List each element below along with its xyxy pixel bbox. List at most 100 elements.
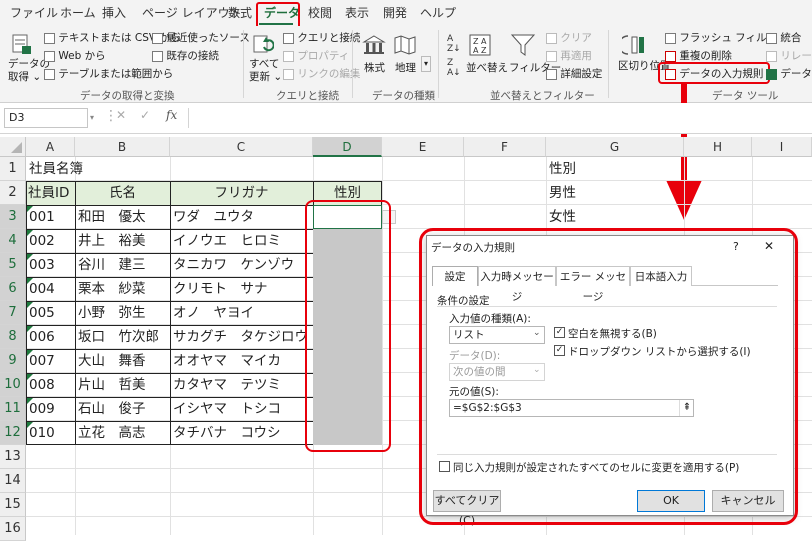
cell-name[interactable]: 谷川 建三: [75, 253, 170, 277]
cell-name[interactable]: 坂口 竹次郎: [75, 325, 170, 349]
properties-button[interactable]: プロパティ: [283, 48, 349, 63]
g-list-header[interactable]: 性別: [546, 157, 684, 181]
column-header-d[interactable]: D: [313, 137, 382, 157]
row-header[interactable]: 2: [0, 181, 26, 205]
text-to-columns-icon[interactable]: [618, 33, 646, 57]
tab-review[interactable]: 校閲: [308, 0, 332, 26]
row-header[interactable]: 5: [0, 253, 26, 277]
g-list-female[interactable]: 女性: [546, 205, 684, 229]
column-header-c[interactable]: C: [170, 137, 313, 157]
cell-name[interactable]: 石山 俊子: [75, 397, 170, 421]
tab-developer[interactable]: 開発: [383, 0, 407, 26]
get-data-icon[interactable]: [10, 33, 32, 55]
queries-conn-label: クエリと接続: [297, 32, 361, 44]
tab-file[interactable]: ファイル: [10, 0, 58, 26]
column-header-a[interactable]: A: [26, 137, 75, 157]
consolidate-button[interactable]: 統合: [766, 30, 801, 45]
cell-name[interactable]: 立花 高志: [75, 421, 170, 445]
row-header[interactable]: 7: [0, 301, 26, 325]
sort-az-icon[interactable]: A Z↓: [447, 34, 461, 54]
edit-links-button[interactable]: リンクの編集: [283, 66, 360, 81]
remove-duplicates-button[interactable]: 重複の削除: [665, 48, 732, 63]
text-file-icon: [44, 32, 55, 44]
row-header[interactable]: 8: [0, 325, 26, 349]
row-header[interactable]: 14: [0, 469, 26, 493]
column-header-g[interactable]: G: [546, 137, 684, 157]
cell-kana[interactable]: タチバナ コウシ: [170, 421, 313, 445]
data-types-more-button[interactable]: ▾: [421, 56, 431, 72]
filter-icon[interactable]: [510, 32, 536, 58]
row-header[interactable]: 1: [0, 157, 26, 181]
cancel-icon[interactable]: ✕: [116, 108, 126, 122]
sort-dialog-icon[interactable]: Z AA Z: [468, 33, 492, 57]
gender-column-highlight: [305, 200, 391, 452]
column-header-f[interactable]: F: [464, 137, 546, 157]
cell-name[interactable]: 大山 舞香: [75, 349, 170, 373]
row-header[interactable]: 3: [0, 205, 26, 229]
name-box-dropdown-icon[interactable]: ▾: [90, 113, 94, 122]
cell-name[interactable]: 片山 哲美: [75, 373, 170, 397]
cell-kana[interactable]: イノウエ ヒロミ: [170, 229, 313, 253]
cell-kana[interactable]: タニカワ ケンゾウ: [170, 253, 313, 277]
tab-view[interactable]: 表示: [345, 0, 369, 26]
data-validation-highlight: [658, 62, 770, 84]
get-data-label-2[interactable]: 取得 ⌄: [8, 69, 41, 84]
clear-filter-button[interactable]: クリア: [546, 30, 592, 45]
cell-kana[interactable]: カタヤマ テツミ: [170, 373, 313, 397]
cell-kana[interactable]: クリモト サナ: [170, 277, 313, 301]
column-header-b[interactable]: B: [75, 137, 170, 157]
relationships-button[interactable]: リレーション: [766, 48, 812, 63]
ribbon-separator: [438, 30, 439, 98]
cell-name[interactable]: 栗本 紗菜: [75, 277, 170, 301]
queries-conn-button[interactable]: クエリと接続: [283, 30, 360, 45]
row-header[interactable]: 13: [0, 445, 26, 469]
g-list-male[interactable]: 男性: [546, 181, 684, 205]
row-header[interactable]: 16: [0, 517, 26, 541]
tab-formulas[interactable]: 数式: [228, 0, 252, 26]
cell-name[interactable]: 和田 優太: [75, 205, 170, 229]
flash-fill-button[interactable]: フラッシュ フィル: [665, 30, 766, 45]
sort-za-icon[interactable]: Z A↓: [447, 58, 461, 78]
sheet-title-cell[interactable]: 社員名簿: [26, 157, 170, 181]
tab-help[interactable]: ヘルプ: [420, 0, 456, 26]
cell-name[interactable]: 小野 弥生: [75, 301, 170, 325]
cell-kana[interactable]: オノ ヤヨイ: [170, 301, 313, 325]
formula-input[interactable]: [188, 108, 808, 128]
cell-kana[interactable]: サカグチ タケジロウ: [170, 325, 313, 349]
stocks-label[interactable]: 株式: [364, 60, 385, 75]
cell-kana[interactable]: オオヤマ マイカ: [170, 349, 313, 373]
stocks-icon[interactable]: [362, 34, 386, 56]
select-all-corner[interactable]: [0, 137, 26, 157]
cell-kana[interactable]: イシヤマ トシコ: [170, 397, 313, 421]
row-header[interactable]: 12: [0, 421, 26, 445]
tab-insert[interactable]: 挿入: [102, 0, 126, 26]
row-header[interactable]: 9: [0, 349, 26, 373]
tab-home[interactable]: ホーム: [60, 0, 96, 26]
row-header[interactable]: 10: [0, 373, 26, 397]
data-model-button[interactable]: データ モ: [766, 66, 812, 81]
refresh-all-label-2[interactable]: 更新 ⌄: [249, 69, 282, 84]
name-box[interactable]: D3: [4, 108, 88, 128]
table-range-button[interactable]: テーブルまたは範囲から: [44, 66, 173, 81]
web-button[interactable]: Web から: [44, 48, 106, 63]
function-icon[interactable]: fx: [166, 108, 177, 122]
geography-label[interactable]: 地理: [395, 60, 416, 75]
cell-name[interactable]: 井上 裕美: [75, 229, 170, 253]
recent-sources-button[interactable]: 最近使ったソース: [152, 30, 250, 45]
column-header-i[interactable]: I: [752, 137, 812, 157]
refresh-all-icon[interactable]: [252, 33, 275, 55]
cell-kana[interactable]: ワダ ユウタ: [170, 205, 313, 229]
geography-icon[interactable]: [393, 34, 417, 56]
tab-page-layout[interactable]: ページ レイアウト: [142, 0, 242, 26]
row-header[interactable]: 4: [0, 229, 26, 253]
row-header[interactable]: 15: [0, 493, 26, 517]
existing-conn-button[interactable]: 既存の接続: [152, 48, 219, 63]
enter-icon[interactable]: ✓: [140, 108, 150, 122]
advanced-filter-button[interactable]: 詳細設定: [546, 66, 602, 81]
column-header-e[interactable]: E: [382, 137, 464, 157]
column-header-h[interactable]: H: [684, 137, 752, 157]
sort-label[interactable]: 並べ替え: [466, 60, 508, 75]
reapply-button[interactable]: 再適用: [546, 48, 592, 63]
row-header[interactable]: 11: [0, 397, 26, 421]
row-header[interactable]: 6: [0, 277, 26, 301]
